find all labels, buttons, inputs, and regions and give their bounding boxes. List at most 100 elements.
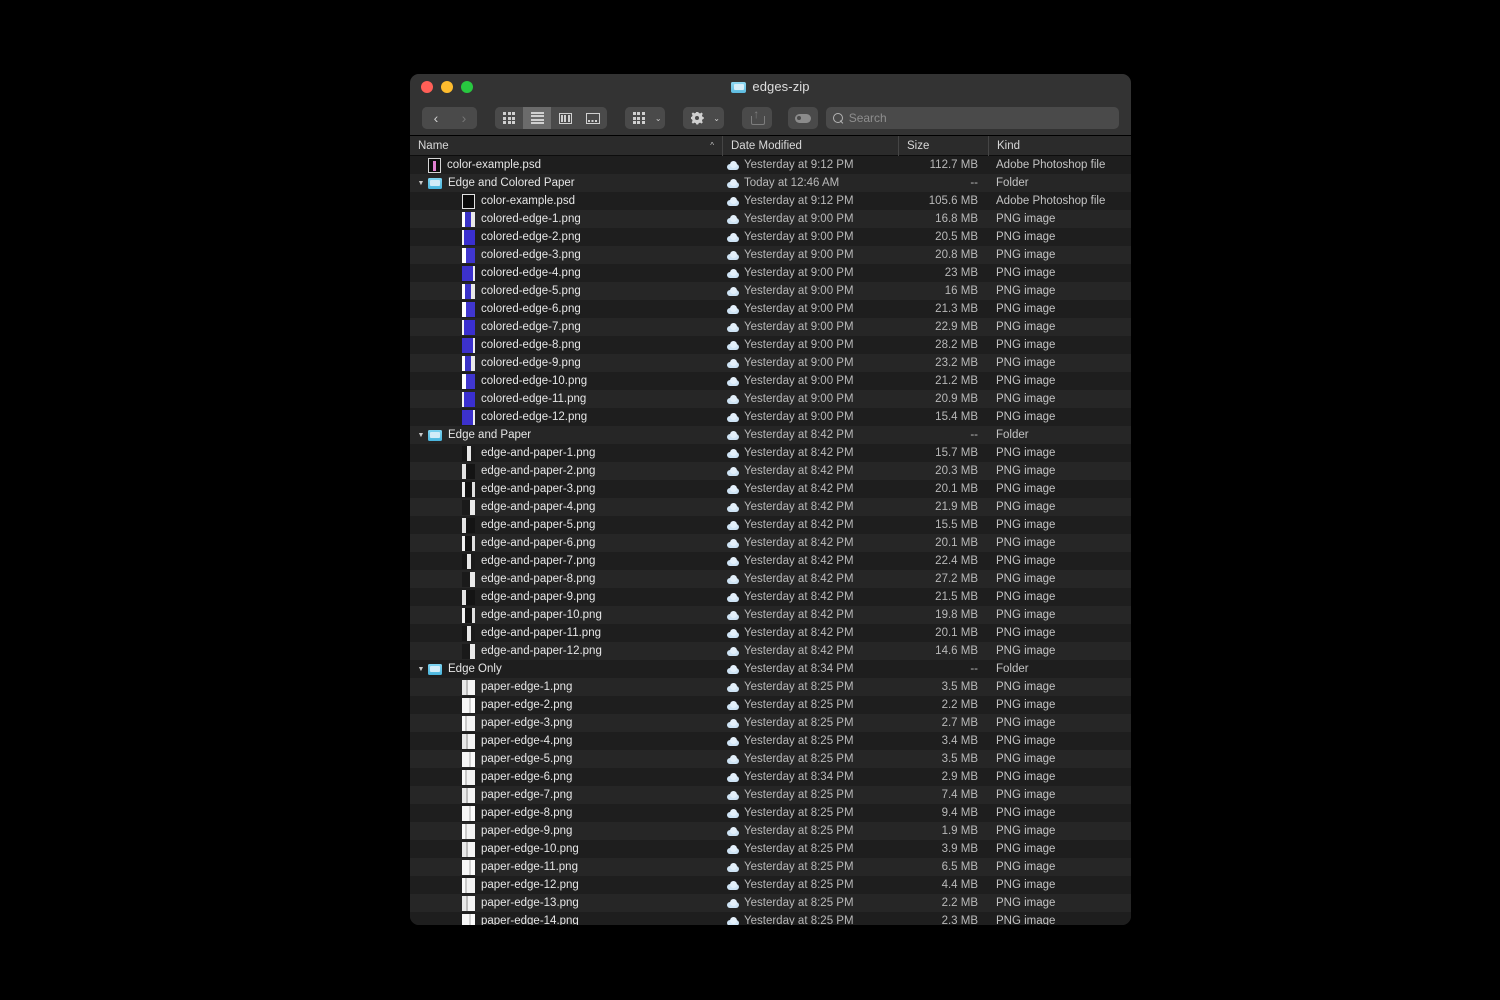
table-row[interactable]: colored-edge-12.pngYesterday at 9:00 PM1… bbox=[410, 408, 1131, 426]
table-row[interactable]: colored-edge-10.pngYesterday at 9:00 PM2… bbox=[410, 372, 1131, 390]
icloud-status-cell[interactable] bbox=[722, 575, 744, 584]
icloud-status-cell[interactable] bbox=[722, 701, 744, 710]
icloud-status-cell[interactable] bbox=[722, 179, 744, 188]
icloud-status-cell[interactable] bbox=[722, 521, 744, 530]
icloud-status-cell[interactable] bbox=[722, 557, 744, 566]
table-row[interactable]: edge-and-paper-7.pngYesterday at 8:42 PM… bbox=[410, 552, 1131, 570]
share-button[interactable] bbox=[742, 107, 772, 129]
icloud-status-cell[interactable] bbox=[722, 287, 744, 296]
file-list[interactable]: color-example.psdYesterday at 9:12 PM112… bbox=[410, 156, 1131, 925]
cloud-download-icon[interactable] bbox=[727, 575, 739, 584]
column-header-date-modified[interactable]: Date Modified bbox=[722, 136, 898, 156]
table-row[interactable]: ▼Edge and PaperYesterday at 8:42 PM--Fol… bbox=[410, 426, 1131, 444]
cloud-download-icon[interactable] bbox=[727, 899, 739, 908]
cloud-download-icon[interactable] bbox=[727, 737, 739, 746]
icloud-status-cell[interactable] bbox=[722, 845, 744, 854]
cloud-download-icon[interactable] bbox=[727, 413, 739, 422]
table-row[interactable]: paper-edge-11.pngYesterday at 8:25 PM6.5… bbox=[410, 858, 1131, 876]
table-row[interactable]: edge-and-paper-10.pngYesterday at 8:42 P… bbox=[410, 606, 1131, 624]
cloud-download-icon[interactable] bbox=[727, 719, 739, 728]
cloud-download-icon[interactable] bbox=[727, 215, 739, 224]
icloud-status-cell[interactable] bbox=[722, 323, 744, 332]
view-as-icons-button[interactable] bbox=[495, 107, 523, 129]
cloud-download-icon[interactable] bbox=[727, 791, 739, 800]
table-row[interactable]: colored-edge-1.pngYesterday at 9:00 PM16… bbox=[410, 210, 1131, 228]
cloud-download-icon[interactable] bbox=[727, 503, 739, 512]
table-row[interactable]: edge-and-paper-3.pngYesterday at 8:42 PM… bbox=[410, 480, 1131, 498]
icloud-status-cell[interactable] bbox=[722, 503, 744, 512]
icloud-status-cell[interactable] bbox=[722, 359, 744, 368]
icloud-status-cell[interactable] bbox=[722, 485, 744, 494]
table-row[interactable]: paper-edge-8.pngYesterday at 8:25 PM9.4 … bbox=[410, 804, 1131, 822]
cloud-download-icon[interactable] bbox=[727, 863, 739, 872]
cloud-download-icon[interactable] bbox=[727, 323, 739, 332]
search-input[interactable]: Search bbox=[826, 107, 1119, 129]
table-row[interactable]: paper-edge-13.pngYesterday at 8:25 PM2.2… bbox=[410, 894, 1131, 912]
cloud-download-icon[interactable] bbox=[727, 683, 739, 692]
table-row[interactable]: colored-edge-7.pngYesterday at 9:00 PM22… bbox=[410, 318, 1131, 336]
icloud-status-cell[interactable] bbox=[722, 647, 744, 656]
minimize-button[interactable] bbox=[441, 81, 453, 93]
cloud-download-icon[interactable] bbox=[727, 305, 739, 314]
icloud-status-cell[interactable] bbox=[722, 863, 744, 872]
table-row[interactable]: ▼Edge OnlyYesterday at 8:34 PM--Folder bbox=[410, 660, 1131, 678]
icloud-status-cell[interactable] bbox=[722, 719, 744, 728]
back-button[interactable]: ‹ bbox=[422, 107, 450, 129]
icloud-status-cell[interactable] bbox=[722, 233, 744, 242]
cloud-download-icon[interactable] bbox=[727, 467, 739, 476]
icloud-status-cell[interactable] bbox=[722, 449, 744, 458]
icloud-status-cell[interactable] bbox=[722, 917, 744, 926]
cloud-download-icon[interactable] bbox=[727, 827, 739, 836]
table-row[interactable]: paper-edge-3.pngYesterday at 8:25 PM2.7 … bbox=[410, 714, 1131, 732]
zoom-button[interactable] bbox=[461, 81, 473, 93]
table-row[interactable]: colored-edge-9.pngYesterday at 9:00 PM23… bbox=[410, 354, 1131, 372]
cloud-download-icon[interactable] bbox=[727, 395, 739, 404]
table-row[interactable]: colored-edge-6.pngYesterday at 9:00 PM21… bbox=[410, 300, 1131, 318]
cloud-download-icon[interactable] bbox=[727, 881, 739, 890]
table-row[interactable]: edge-and-paper-2.pngYesterday at 8:42 PM… bbox=[410, 462, 1131, 480]
table-row[interactable]: paper-edge-4.pngYesterday at 8:25 PM3.4 … bbox=[410, 732, 1131, 750]
cloud-download-icon[interactable] bbox=[727, 647, 739, 656]
cloud-download-icon[interactable] bbox=[727, 701, 739, 710]
cloud-download-icon[interactable] bbox=[727, 233, 739, 242]
table-row[interactable]: colored-edge-8.pngYesterday at 9:00 PM28… bbox=[410, 336, 1131, 354]
icloud-status-cell[interactable] bbox=[722, 593, 744, 602]
icloud-status-cell[interactable] bbox=[722, 881, 744, 890]
column-header-size[interactable]: Size bbox=[898, 136, 988, 156]
table-row[interactable]: paper-edge-10.pngYesterday at 8:25 PM3.9… bbox=[410, 840, 1131, 858]
cloud-download-icon[interactable] bbox=[727, 161, 739, 170]
cloud-download-icon[interactable] bbox=[727, 449, 739, 458]
cloud-download-icon[interactable] bbox=[727, 341, 739, 350]
cloud-download-icon[interactable] bbox=[727, 665, 739, 674]
icloud-status-cell[interactable] bbox=[722, 773, 744, 782]
table-row[interactable]: edge-and-paper-6.pngYesterday at 8:42 PM… bbox=[410, 534, 1131, 552]
table-row[interactable]: paper-edge-7.pngYesterday at 8:25 PM7.4 … bbox=[410, 786, 1131, 804]
icloud-status-cell[interactable] bbox=[722, 809, 744, 818]
table-row[interactable]: edge-and-paper-11.pngYesterday at 8:42 P… bbox=[410, 624, 1131, 642]
icloud-status-cell[interactable] bbox=[722, 899, 744, 908]
column-header-name[interactable]: Name ^ bbox=[410, 136, 722, 156]
icloud-status-cell[interactable] bbox=[722, 341, 744, 350]
table-row[interactable]: ▼Edge and Colored PaperToday at 12:46 AM… bbox=[410, 174, 1131, 192]
icloud-status-cell[interactable] bbox=[722, 413, 744, 422]
cloud-download-icon[interactable] bbox=[727, 611, 739, 620]
table-row[interactable]: edge-and-paper-12.pngYesterday at 8:42 P… bbox=[410, 642, 1131, 660]
cloud-download-icon[interactable] bbox=[727, 377, 739, 386]
cloud-download-icon[interactable] bbox=[727, 431, 739, 440]
close-button[interactable] bbox=[421, 81, 433, 93]
cloud-download-icon[interactable] bbox=[727, 629, 739, 638]
table-row[interactable]: colored-edge-4.pngYesterday at 9:00 PM23… bbox=[410, 264, 1131, 282]
cloud-download-icon[interactable] bbox=[727, 179, 739, 188]
icloud-status-cell[interactable] bbox=[722, 431, 744, 440]
cloud-download-icon[interactable] bbox=[727, 485, 739, 494]
icloud-status-cell[interactable] bbox=[722, 467, 744, 476]
forward-button[interactable]: › bbox=[450, 107, 477, 129]
icloud-status-cell[interactable] bbox=[722, 269, 744, 278]
icloud-status-cell[interactable] bbox=[722, 665, 744, 674]
icloud-status-cell[interactable] bbox=[722, 629, 744, 638]
disclosure-triangle-expanded-icon[interactable]: ▼ bbox=[414, 432, 428, 439]
view-as-gallery-button[interactable] bbox=[579, 107, 607, 129]
cloud-download-icon[interactable] bbox=[727, 539, 739, 548]
icloud-status-cell[interactable] bbox=[722, 683, 744, 692]
icloud-status-cell[interactable] bbox=[722, 791, 744, 800]
